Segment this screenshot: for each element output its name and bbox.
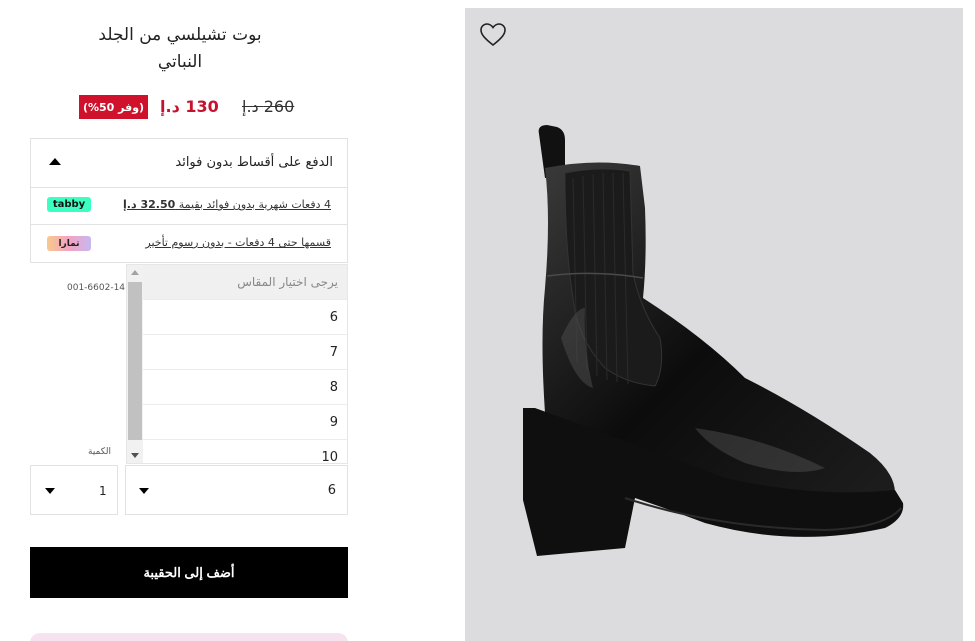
sale-price: 130 د.إ: [160, 97, 219, 116]
quantity-value: 1: [99, 484, 107, 498]
installments-header: الدفع على أقساط بدون فوائد: [175, 155, 333, 170]
quantity-label: الكمية: [88, 447, 111, 457]
product-title-line1: بوت تشيلسي من الجلد: [98, 25, 262, 45]
old-price: 260 د.إ: [242, 97, 295, 116]
size-option[interactable]: 9: [143, 405, 347, 440]
tamara-text[interactable]: قسمها حتى 4 دفعات - بدون رسوم تأخير: [145, 236, 331, 249]
scroll-thumb[interactable]: [128, 282, 142, 440]
add-to-bag-button[interactable]: أضف إلى الحقيبة: [30, 547, 348, 598]
size-option[interactable]: 10: [143, 440, 347, 464]
size-selected-value: 6: [327, 483, 336, 498]
size-option-placeholder[interactable]: يرجى اختيار المقاس: [143, 265, 347, 300]
product-title: بوت تشيلسي من الجلد النباتي: [60, 22, 300, 76]
scroll-up-arrow-icon[interactable]: [131, 270, 139, 275]
quantity-select[interactable]: 1: [30, 465, 118, 515]
installments-panel: الدفع على أقساط بدون فوائد 4 دفعات شهرية…: [30, 138, 348, 263]
size-option[interactable]: 8: [143, 370, 347, 405]
size-option[interactable]: 7: [143, 335, 347, 370]
price-row: 260 د.إ 130 د.إ (وفر 50%): [0, 95, 300, 123]
dropdown-scrollbar[interactable]: [127, 265, 143, 463]
product-sku: 001-6602-14: [67, 283, 126, 293]
tabby-row[interactable]: 4 دفعات شهرية بدون فوائد بقيمة 32.50 د.إ…: [31, 188, 347, 225]
chevron-down-icon: [139, 488, 149, 494]
chelsea-boot-illustration: [523, 125, 904, 556]
tabby-text[interactable]: 4 دفعات شهرية بدون فوائد بقيمة 32.50 د.إ: [123, 198, 331, 211]
size-dropdown-list[interactable]: يرجى اختيار المقاس 6 7 8 9 10: [126, 264, 348, 464]
installments-toggle[interactable]: الدفع على أقساط بدون فوائد: [31, 139, 347, 188]
discount-badge: (وفر 50%): [79, 95, 148, 119]
tamara-row[interactable]: قسمها حتى 4 دفعات - بدون رسوم تأخير تمار…: [31, 226, 347, 263]
favorite-button[interactable]: [479, 22, 507, 48]
heart-outline-icon: [480, 23, 506, 47]
promo-banner[interactable]: [30, 633, 348, 641]
scroll-down-arrow-icon[interactable]: [131, 453, 139, 458]
size-select[interactable]: 6: [125, 465, 348, 515]
product-title-line2: النباتي: [157, 52, 203, 72]
tabby-text-prefix: 4 دفعات شهرية بدون فوائد بقيمة: [178, 198, 331, 211]
tabby-logo-icon: tabby: [47, 197, 91, 212]
triangle-up-icon: [49, 158, 61, 165]
chevron-down-icon: [45, 488, 55, 494]
product-image: [465, 8, 963, 641]
size-option[interactable]: 6: [143, 300, 347, 335]
tabby-amount: 32.50 د.إ: [123, 198, 176, 211]
tamara-logo-icon: تمارا: [47, 236, 91, 251]
